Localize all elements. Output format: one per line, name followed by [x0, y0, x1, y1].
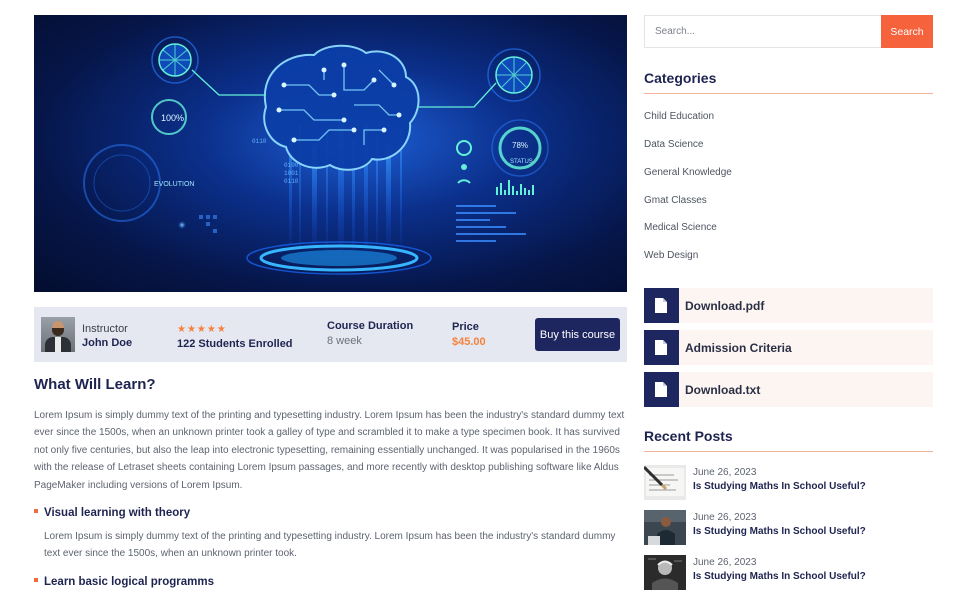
post-title: Is Studying Maths In School Useful?	[693, 571, 866, 582]
download-label: Download.pdf	[685, 299, 765, 313]
categories-heading: Categories	[644, 70, 717, 86]
search-box: Search	[644, 15, 933, 48]
bullet-marker	[34, 577, 38, 582]
file-icon	[644, 288, 679, 323]
recent-post-item[interactable]: June 26, 2023 Is Studying Maths In Schoo…	[644, 465, 933, 501]
category-link[interactable]: Medical Science	[644, 222, 717, 233]
bullet-marker	[34, 508, 38, 513]
file-icon	[644, 372, 679, 407]
post-date: June 26, 2023	[693, 512, 757, 523]
recent-posts-divider	[644, 451, 933, 452]
recent-post-item[interactable]: June 26, 2023 Is Studying Maths In Schoo…	[644, 510, 933, 546]
category-link[interactable]: Gmat Classes	[644, 195, 707, 206]
rating-stars: ★★★★★	[177, 324, 227, 335]
download-label: Download.txt	[685, 383, 761, 397]
learning-point-title: Learn basic logical programms	[34, 576, 214, 588]
buy-course-button[interactable]: Buy this course	[535, 318, 620, 351]
post-thumbnail	[644, 510, 686, 545]
post-thumbnail	[644, 465, 686, 500]
instructor-name: John Doe	[82, 337, 133, 349]
course-duration-label: Course Duration	[327, 320, 414, 332]
category-link[interactable]: Web Design	[644, 250, 698, 261]
download-item[interactable]: Download.pdf	[644, 288, 933, 323]
instructor-avatar	[41, 317, 75, 352]
learning-point-title: Visual learning with theory	[34, 507, 190, 519]
download-label: Admission Criteria	[685, 341, 792, 355]
learning-point-text: Lorem Ipsum is simply dummy text of the …	[44, 531, 616, 560]
price-value: $45.00	[452, 336, 486, 348]
search-button[interactable]: Search	[881, 15, 933, 48]
students-enrolled: 122 Students Enrolled	[177, 338, 293, 350]
post-title: Is Studying Maths In School Useful?	[693, 526, 866, 537]
price-label: Price	[452, 321, 479, 333]
recent-post-item[interactable]: June 26, 2023 Is Studying Maths In Schoo…	[644, 555, 933, 591]
hero-binary-text: 0110	[284, 178, 299, 185]
hero-binary-text: 0100	[284, 162, 299, 169]
hero-percent-text: 100%	[161, 113, 184, 123]
post-date: June 26, 2023	[693, 557, 757, 568]
download-item[interactable]: Download.txt	[644, 372, 933, 407]
file-icon	[644, 330, 679, 365]
instructor-label: Instructor	[82, 323, 128, 335]
category-link[interactable]: Data Science	[644, 139, 703, 150]
download-item[interactable]: Admission Criteria	[644, 330, 933, 365]
hero-evolution-text: EVOLUTION	[154, 181, 194, 188]
recent-posts-heading: Recent Posts	[644, 428, 733, 444]
search-input[interactable]	[645, 16, 882, 47]
hero-binary-text: 0110	[252, 138, 267, 145]
what-will-learn-heading: What Will Learn?	[34, 376, 156, 393]
categories-divider	[644, 93, 933, 94]
post-date: June 26, 2023	[693, 467, 757, 478]
post-title: Is Studying Maths In School Useful?	[693, 481, 866, 492]
hero-status-text: STATUS	[510, 159, 533, 165]
hero-status-percent-text: 78%	[512, 141, 528, 150]
ai-brain-illustration: 100% EVOLUTION 78% STATUS 0110 0100 1001…	[83, 36, 549, 275]
course-duration-value: 8 week	[327, 335, 362, 347]
course-description: Lorem Ipsum is simply dummy text of the …	[34, 410, 625, 491]
category-link[interactable]: Child Education	[644, 111, 714, 122]
course-hero-image: 100% EVOLUTION 78% STATUS 0110 0100 1001…	[34, 15, 627, 292]
hero-binary-text: 1001	[284, 170, 299, 177]
category-link[interactable]: General Knowledge	[644, 167, 732, 178]
post-thumbnail	[644, 555, 686, 590]
course-info-bar: Instructor John Doe ★★★★★ 122 Students E…	[34, 307, 627, 362]
